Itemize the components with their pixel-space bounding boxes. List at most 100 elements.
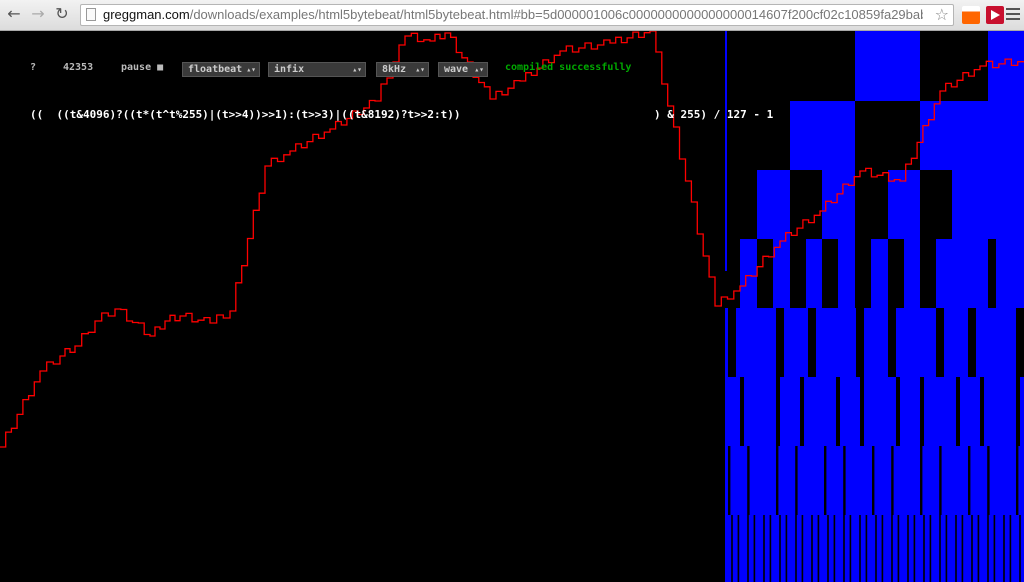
spectrum-block — [737, 515, 740, 582]
spectrum-block — [843, 446, 846, 515]
spectrum-block — [725, 308, 1024, 377]
spectrum-block — [987, 446, 990, 515]
menu-icon[interactable] — [1006, 8, 1020, 23]
spectrum-block — [849, 515, 852, 582]
select-arrow-icon: ▴▾ — [415, 65, 425, 74]
spectrum-block — [955, 515, 957, 582]
spectrum-block — [860, 377, 864, 446]
beat-type-value: floatbeat — [188, 64, 243, 75]
spectrum-block — [888, 239, 904, 308]
spectrum-block — [980, 377, 984, 446]
spectrum-block — [1016, 308, 1024, 377]
spectrum-block — [865, 515, 868, 582]
spectrum-block — [795, 515, 797, 582]
spectrum-block — [993, 515, 996, 582]
spectrum-block — [920, 377, 924, 446]
spectrum-block — [896, 377, 900, 446]
view-value: wave — [444, 64, 469, 75]
spectrum-block — [795, 446, 798, 515]
play-icon — [991, 10, 1000, 20]
spectrum-block — [929, 515, 932, 582]
spectrum-block — [776, 308, 784, 377]
spectrum-block — [987, 515, 989, 582]
address-bar[interactable]: greggman.com/downloads/examples/html5byt… — [80, 4, 954, 26]
spectrum-block — [801, 515, 804, 582]
spectrum-block — [811, 515, 813, 582]
expression-editor[interactable]: (( ((t&4096)?((t*(t^t%255)|(t>>4))>>1):(… — [30, 108, 460, 121]
spectrum-block — [855, 101, 920, 170]
spectrum-block — [753, 515, 756, 582]
spectrum-block — [945, 515, 948, 582]
spectrum-block — [939, 446, 942, 515]
spectrum-block — [968, 308, 976, 377]
spectrum-block — [897, 515, 900, 582]
spectrum-block — [923, 515, 925, 582]
spectrum-block — [936, 308, 944, 377]
page-icon — [86, 8, 96, 21]
spectrum-block — [776, 446, 779, 515]
spectrum-block — [822, 239, 838, 308]
spectrum-block — [728, 308, 736, 377]
spectrum-block — [808, 308, 816, 377]
spectrum-block — [1003, 515, 1005, 582]
spectrum-block — [1009, 515, 1012, 582]
help-link[interactable]: ? — [30, 62, 36, 73]
spectrum-block — [988, 239, 996, 308]
spectrum-block — [747, 515, 749, 582]
spectrum-block — [833, 515, 836, 582]
spectrum-block — [779, 515, 781, 582]
expression-editor-tail[interactable]: ) & 255) / 127 - 1 — [654, 108, 773, 121]
spectrum-block — [740, 377, 744, 446]
spectrum-block — [881, 515, 884, 582]
spectrum-block — [907, 515, 909, 582]
back-arrow-icon[interactable]: ← — [4, 4, 24, 24]
spectrum-block — [769, 515, 772, 582]
spectrum-block — [875, 515, 877, 582]
spectrum-block — [747, 446, 750, 515]
spectrum-block — [920, 446, 923, 515]
spectrum-block — [968, 446, 971, 515]
spectrum-block — [888, 308, 896, 377]
spectrum-block — [725, 31, 727, 271]
compile-status: compiled successfully — [505, 62, 632, 73]
spectrum-block — [956, 377, 960, 446]
spectrum-block — [856, 308, 864, 377]
expression-type-value: infix — [274, 64, 305, 75]
spectrum-block — [920, 170, 952, 239]
spectrum-block — [827, 515, 829, 582]
spectrum-block — [1019, 515, 1021, 582]
spectrum-block — [836, 377, 840, 446]
spectrum-block — [790, 170, 822, 239]
spectrum-block — [790, 239, 806, 308]
reload-icon[interactable]: ↻ — [52, 4, 72, 24]
beat-type-select[interactable]: floatbeat ▴▾ — [182, 62, 260, 77]
spectrum-block — [757, 239, 773, 308]
spectrum-block — [971, 515, 973, 582]
spectrum-block — [817, 515, 820, 582]
sample-rate-select[interactable]: 8kHz ▴▾ — [376, 62, 429, 77]
pause-button[interactable]: pause ■ — [121, 62, 163, 73]
spectrum-block — [725, 377, 1024, 446]
spectrum-block — [891, 515, 893, 582]
spectrum-block — [763, 515, 765, 582]
url-text[interactable]: greggman.com/downloads/examples/html5byt… — [103, 7, 923, 22]
spectrum-block — [920, 101, 988, 170]
video-extension-icon[interactable] — [986, 6, 1004, 24]
forward-arrow-icon[interactable]: → — [28, 4, 48, 24]
bookmark-star-icon[interactable]: ☆ — [935, 5, 949, 24]
expression-type-select[interactable]: infix ▴▾ — [268, 62, 366, 77]
select-arrow-icon: ▴▾ — [352, 65, 362, 74]
spectrum-block — [939, 515, 941, 582]
spectrum-block — [859, 515, 861, 582]
spectrum-block — [855, 170, 888, 239]
spectrum-block — [824, 446, 827, 515]
spectrum-block — [872, 446, 875, 515]
spectrum-block — [776, 377, 780, 446]
spectrum-block — [920, 31, 988, 101]
select-arrow-icon: ▴▾ — [246, 65, 256, 74]
spectrum-block — [740, 239, 1024, 308]
extension-icon[interactable] — [962, 6, 980, 24]
spectrum-block — [855, 239, 871, 308]
time-display: 42353 — [63, 62, 94, 73]
view-select[interactable]: wave ▴▾ — [438, 62, 488, 77]
